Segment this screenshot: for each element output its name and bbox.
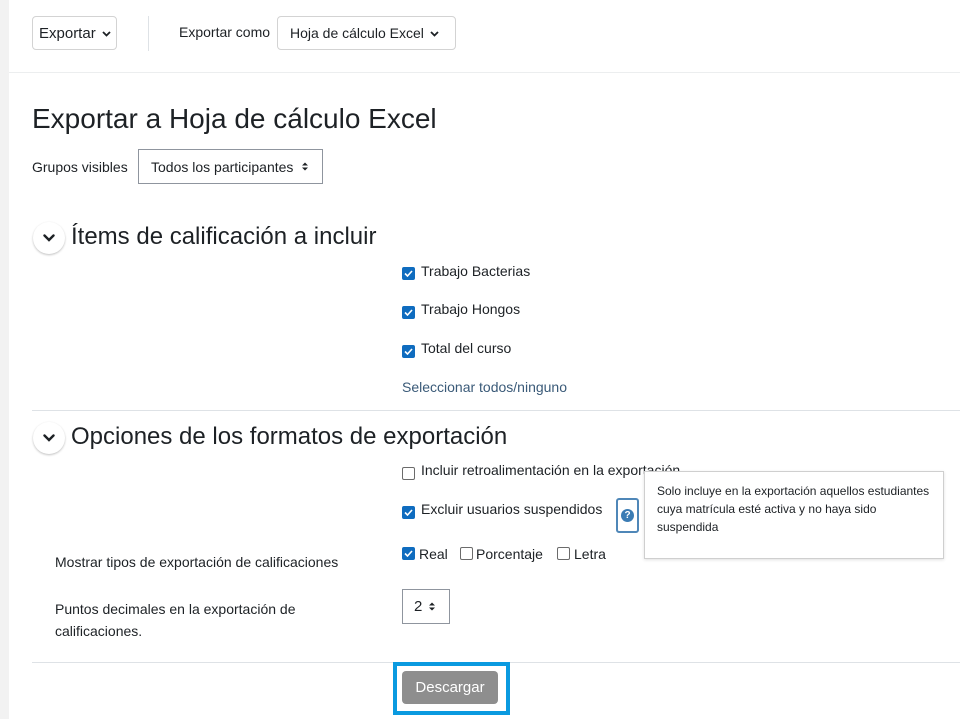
checkbox-display-letter[interactable] bbox=[557, 547, 570, 560]
checkbox-exclude-suspended[interactable] bbox=[402, 506, 415, 519]
export-format-select[interactable]: Hoja de cálculo Excel bbox=[277, 16, 456, 50]
display-type-label-letter: Letra bbox=[574, 546, 606, 562]
download-button[interactable]: Descargar bbox=[402, 671, 498, 704]
checkbox-display-percentage[interactable] bbox=[460, 547, 473, 560]
display-type-label-percentage: Porcentaje bbox=[476, 546, 543, 562]
checkbox-trabajo-hongos[interactable] bbox=[402, 306, 415, 319]
chevron-down-icon bbox=[43, 434, 55, 442]
display-type-label-real: Real bbox=[419, 546, 448, 562]
select-all-none-link[interactable]: Seleccionar todos/ninguno bbox=[402, 379, 567, 395]
decimals-select-value: 2 bbox=[414, 598, 423, 615]
help-tooltip-text: Solo incluye en la exportación aquellos … bbox=[657, 484, 930, 534]
display-types-label: Mostrar tipos de exportación de califica… bbox=[55, 554, 339, 570]
section-items-collapse-button[interactable] bbox=[33, 222, 65, 254]
chevron-down-icon bbox=[102, 29, 111, 40]
sort-arrows-icon bbox=[428, 601, 436, 612]
checkbox-total-curso[interactable] bbox=[402, 345, 415, 358]
page-title: Exportar a Hoja de cálculo Excel bbox=[32, 103, 437, 134]
help-tooltip: Solo incluye en la exportación aquellos … bbox=[644, 471, 944, 559]
checkbox-trabajo-bacterias[interactable] bbox=[402, 267, 415, 280]
item-label-total-curso: Total del curso bbox=[421, 340, 512, 356]
export-format-value: Hoja de cálculo Excel bbox=[290, 25, 424, 41]
main-page: Exportar Exportar como Hoja de cálculo E… bbox=[9, 0, 960, 719]
help-button[interactable]: ? bbox=[616, 498, 639, 533]
groups-label: Grupos visibles bbox=[32, 159, 128, 175]
export-as-label: Exportar como bbox=[179, 24, 271, 40]
section-items-title: Ítems de calificación a incluir bbox=[71, 223, 377, 250]
sort-arrows-icon bbox=[301, 161, 309, 172]
groups-select[interactable]: Todos los participantes bbox=[138, 149, 323, 184]
item-label-trabajo-hongos: Trabajo Hongos bbox=[421, 301, 521, 317]
item-label-trabajo-bacterias: Trabajo Bacterias bbox=[421, 263, 531, 279]
export-menu-button[interactable]: Exportar bbox=[32, 16, 117, 50]
exclude-suspended-label: Excluir usuarios suspendidos bbox=[421, 501, 603, 517]
groups-select-value: Todos los participantes bbox=[151, 158, 294, 175]
chevron-down-icon bbox=[430, 29, 439, 40]
help-icon: ? bbox=[621, 509, 634, 522]
toolbar-divider bbox=[148, 16, 149, 51]
section-divider bbox=[32, 410, 960, 411]
checkbox-include-feedback[interactable] bbox=[402, 467, 415, 480]
section-options-title: Opciones de los formatos de exportación bbox=[71, 423, 508, 450]
chevron-down-icon bbox=[43, 234, 55, 242]
decimals-label: Puntos decimales en la exportación de ca… bbox=[55, 601, 296, 639]
export-menu-label: Exportar bbox=[39, 24, 96, 42]
checkbox-display-real[interactable] bbox=[402, 547, 415, 560]
decimals-select[interactable]: 2 bbox=[402, 589, 450, 624]
include-feedback-label: Incluir retroalimentación en la exportac… bbox=[421, 462, 681, 478]
toolbar-bottom-divider bbox=[9, 72, 960, 73]
section-options-collapse-button[interactable] bbox=[33, 422, 65, 454]
